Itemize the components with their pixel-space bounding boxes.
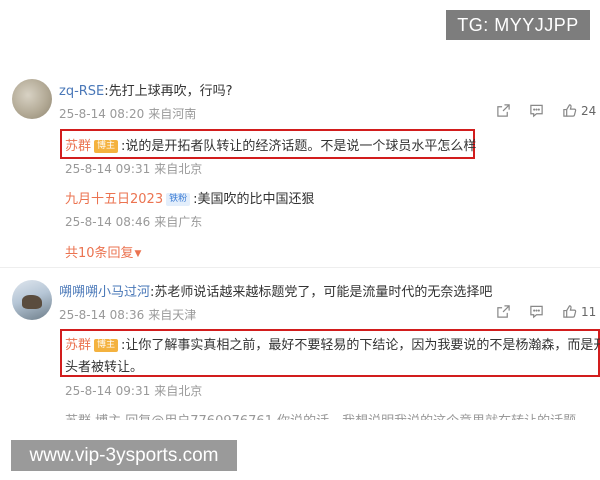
timestamp: 25-8-14 09:31 (65, 384, 151, 398)
watermark-bottom: www.vip-3ysports.com (11, 440, 237, 471)
comment-text: :苏老师说话越来越标题党了，可能是流量时代的无奈选择吧 (150, 285, 493, 300)
reply-text: :说的是开拓者队转让的经济话题。不是说一个球员水平怎么样 (121, 139, 477, 154)
location: 来自河南 (148, 107, 197, 121)
location: 来自北京 (154, 162, 203, 176)
reply-meta: 25-8-14 09:31 来自北京 (65, 382, 202, 399)
like-count: 24 (581, 103, 597, 118)
location: 来自广东 (154, 215, 203, 229)
author-badge: 博主 (94, 339, 119, 352)
comment-button[interactable] (529, 304, 544, 319)
truncated-reply: 苏群 博主 回复@用户7760976761 你说的话，我想说明我说的这个意思就在… (65, 410, 576, 420)
reply-meta: 25-8-14 08:46 来自广东 (65, 213, 202, 230)
timestamp: 25-8-14 08:36 (59, 308, 145, 322)
reply-text: :让你了解事实真相之前，最好不要轻易的下结论，因为我要说的不是杨瀚森，而是开 (121, 338, 600, 353)
avatar[interactable] (12, 79, 52, 119)
share-button[interactable] (496, 103, 511, 118)
share-button[interactable] (496, 304, 511, 319)
reply-line: 苏群 博主:让你了解事实真相之前，最好不要轻易的下结论，因为我要说的不是杨瀚森，而… (65, 334, 600, 353)
comment-author[interactable]: zq-RSE (59, 84, 104, 99)
like-button[interactable]: 24 (562, 103, 596, 118)
reply-meta: 25-8-14 09:31 来自北京 (65, 160, 202, 177)
comment-meta: 25-8-14 08:20 来自河南 (59, 105, 196, 122)
chevron-down-icon: ▼ (134, 249, 142, 259)
reply-text: 头者被转让。 (65, 360, 144, 375)
comment-line: zq-RSE:先打上球再吹，行吗? (59, 80, 233, 99)
timestamp: 25-8-14 08:20 (59, 107, 145, 121)
reply-line: 九月十五日2023 铁粉:美国吹的比中国还狠 (65, 188, 315, 207)
divider (0, 267, 600, 268)
like-button[interactable]: 11 (562, 304, 596, 319)
share-icon (497, 104, 510, 117)
more-replies-label: 共10条回复 (65, 246, 134, 261)
like-count: 11 (581, 304, 597, 319)
comment-text: :先打上球再吹，行吗? (104, 84, 233, 99)
fan-badge: 铁粉 (166, 193, 191, 206)
reply-author[interactable]: 苏群 (65, 139, 91, 154)
timestamp: 25-8-14 08:46 (65, 215, 151, 229)
thumbs-up-icon (563, 305, 577, 318)
reply-line-continued: 头者被转让。 (65, 356, 143, 375)
comment-actions: 24 (496, 103, 596, 118)
comment-icon (530, 305, 543, 319)
comment-meta: 25-8-14 08:36 来自天津 (59, 306, 196, 323)
location: 来自北京 (154, 384, 203, 398)
timestamp: 25-8-14 09:31 (65, 162, 151, 176)
comment-author[interactable]: 嗍嗍嗍小马过河 (59, 285, 150, 300)
reply-author[interactable]: 苏群 (65, 338, 91, 353)
author-badge: 博主 (94, 140, 119, 153)
reply-author[interactable]: 九月十五日2023 (65, 192, 163, 207)
share-icon (497, 305, 510, 318)
reply-text: :美国吹的比中国还狠 (193, 192, 315, 207)
more-replies-link[interactable]: 共10条回复▼ (65, 242, 141, 261)
watermark-top: TG: MYYJJPP (446, 10, 590, 40)
comment-button[interactable] (529, 103, 544, 118)
reply-line: 苏群 博主:说的是开拓者队转让的经济话题。不是说一个球员水平怎么样 (65, 135, 476, 154)
location: 来自天津 (148, 308, 197, 322)
thumbs-up-icon (563, 104, 577, 117)
avatar[interactable] (12, 280, 52, 320)
comment-line: 嗍嗍嗍小马过河:苏老师说话越来越标题党了，可能是流量时代的无奈选择吧 (59, 281, 492, 300)
comment-icon (530, 104, 543, 118)
comment-actions: 11 (496, 304, 596, 319)
